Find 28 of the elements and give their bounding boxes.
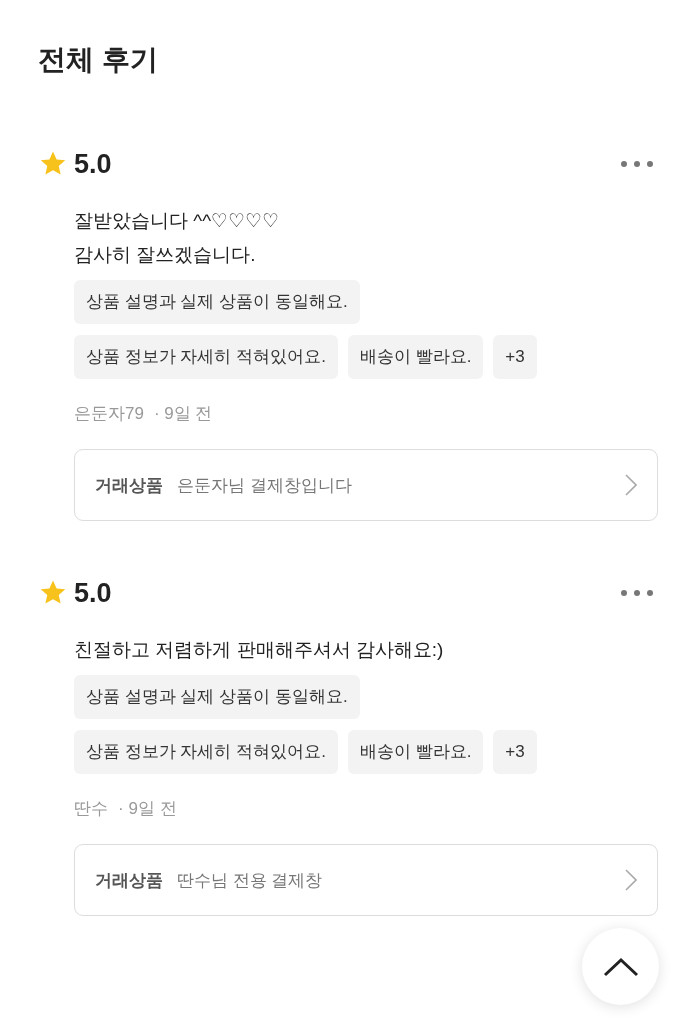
rating-score: 5.0: [74, 577, 113, 609]
review-time: · 9일 전: [153, 403, 213, 425]
page-title: 전체 후기: [38, 43, 159, 77]
review-tag: 배송이 빨라요.: [347, 335, 484, 379]
product-link[interactable]: 거래상품 은둔자님 결제창입니다: [74, 449, 658, 521]
chevron-right-icon: [625, 474, 637, 496]
more-icon: [620, 160, 654, 168]
chevron-right-icon: [625, 869, 637, 891]
product-name: 딴수님 전용 결제창: [177, 869, 324, 892]
more-icon: [620, 589, 654, 597]
product-label: 거래상품: [95, 869, 163, 892]
author-name: 딴수: [74, 798, 108, 820]
chevron-up-icon: [602, 956, 639, 977]
review-tag: +3: [493, 335, 537, 379]
review-tag: 상품 정보가 자세히 적혀있어요.: [74, 335, 338, 379]
review-tag: +3: [493, 730, 537, 774]
rating-score: 5.0: [74, 148, 113, 180]
review-time: · 9일 전: [118, 798, 177, 820]
review-text: 잘받았습니다 ^^♡♡♡♡ 감사히 잘쓰겠습니다.: [74, 209, 281, 267]
product-link[interactable]: 거래상품 딴수님 전용 결제창: [74, 844, 658, 916]
author-name: 은둔자79: [74, 403, 144, 425]
review-tag: 배송이 빨라요.: [347, 730, 484, 774]
review-tag: 상품 정보가 자세히 적혀있어요.: [74, 730, 338, 774]
review-tag: 상품 설명과 실제 상품이 동일해요.: [74, 675, 360, 719]
review-tag: 상품 설명과 실제 상품이 동일해요.: [74, 280, 360, 324]
product-name: 은둔자님 결제창입니다: [177, 474, 353, 497]
product-label: 거래상품: [95, 474, 163, 497]
review-text: 친절하고 저렴하게 판매해주셔서 감사해요:): [74, 638, 445, 662]
